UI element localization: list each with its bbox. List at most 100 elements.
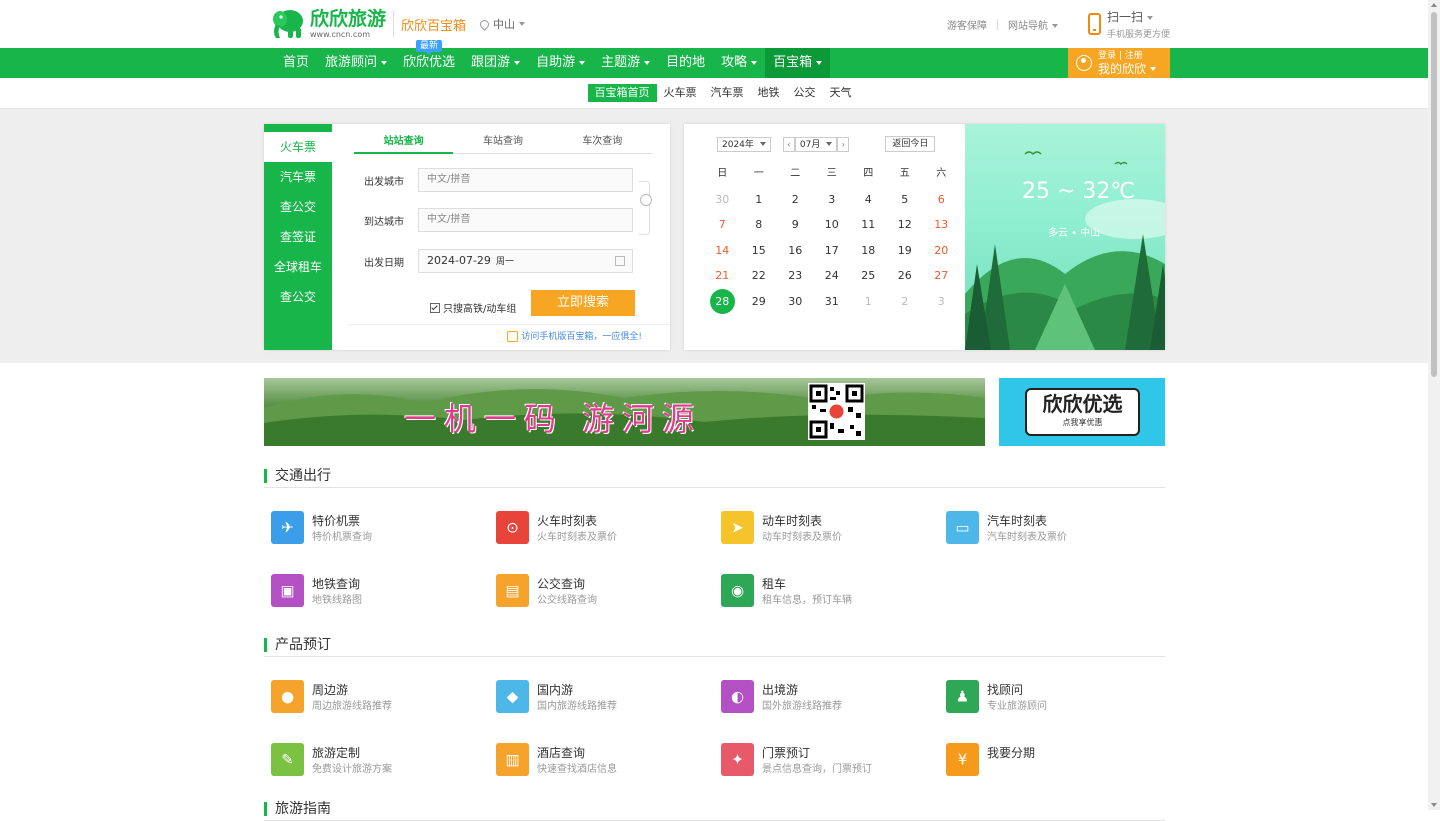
subnav-toolbox-home[interactable]: 百宝箱首页 <box>587 84 657 102</box>
service-globe[interactable]: ◐ 出境游 国外旅游线路推荐 <box>721 680 931 714</box>
nav-destination[interactable]: 目的地 <box>658 48 713 78</box>
nav-theme-tour[interactable]: 主题游 <box>593 48 658 78</box>
side-tab-visa[interactable]: 查签证 <box>264 222 332 252</box>
calendar-day[interactable]: 6 <box>923 187 960 213</box>
next-month-button[interactable]: › <box>837 136 850 152</box>
search-button[interactable]: 立即搜索 <box>531 290 635 316</box>
service-bus[interactable]: ▭ 汽车时刻表 汽车时刻表及票价 <box>946 511 1156 545</box>
calendar-day[interactable]: 8 <box>741 212 778 238</box>
calendar-day[interactable]: 24 <box>814 263 851 289</box>
mobile-tip-link[interactable]: 访问手机版百宝箱，一应俱全! <box>348 324 670 349</box>
tab-train-number[interactable]: 车次查询 <box>553 132 652 153</box>
date-input[interactable]: 2024-07-29 周一 <box>418 249 633 273</box>
calendar-day[interactable]: 25 <box>850 263 887 289</box>
weather-widget[interactable]: 25 ~ 32℃ 多云 • 中山 <box>965 124 1165 350</box>
subnav-weather[interactable]: 天气 <box>823 84 859 102</box>
service-train[interactable]: ⊙ 火车时刻表 火车时刻表及票价 <box>496 511 706 545</box>
side-tab-bus-route[interactable]: 查公交 <box>264 192 332 222</box>
calendar-day[interactable]: 31 <box>814 289 851 315</box>
calendar-day[interactable]: 30 <box>777 289 814 315</box>
service-location[interactable]: ● 周边游 周边旅游线路推荐 <box>271 680 481 714</box>
calendar-day[interactable]: 27 <box>923 263 960 289</box>
service-car[interactable]: ◉ 租车 租车信息，预订车辆 <box>721 574 931 608</box>
calendar-day[interactable]: 16 <box>777 238 814 264</box>
swap-cities-icon[interactable] <box>640 194 652 206</box>
service-city-bus[interactable]: ▤ 公交查询 公交线路查询 <box>496 574 706 608</box>
subnav-subway[interactable]: 地铁 <box>751 84 787 102</box>
calendar-day[interactable]: 20 <box>923 238 960 264</box>
calendar-day[interactable]: 13 <box>923 212 960 238</box>
nav-featured[interactable]: 最新 欣欣优选 <box>395 40 463 78</box>
calendar-day[interactable]: 7 <box>704 212 741 238</box>
nav-self-guided[interactable]: 自助游 <box>528 48 593 78</box>
calendar-day[interactable]: 30 <box>704 187 741 213</box>
to-city-row: 到达城市 中文/拼音 <box>364 208 633 232</box>
calendar-day[interactable]: 2 <box>887 289 924 315</box>
nav-guides[interactable]: 攻略 <box>713 48 765 78</box>
service-bullet-train[interactable]: ➤ 动车时刻表 动车时刻表及票价 <box>721 511 931 545</box>
subnav-bus-tickets[interactable]: 汽车票 <box>704 84 751 102</box>
service-installment[interactable]: ¥ 我要分期 <box>946 743 1156 776</box>
heyuan-banner[interactable]: 一机一码 游河源 <box>264 378 985 446</box>
high-speed-only-checkbox[interactable]: 只搜高铁/动车组 <box>430 300 516 315</box>
nav-home[interactable]: 首页 <box>275 48 317 78</box>
nav-toolbox[interactable]: 百宝箱 <box>765 48 831 78</box>
calendar-day[interactable]: 3 <box>923 289 960 315</box>
year-select[interactable]: 2024年 <box>717 136 771 152</box>
calendar-day[interactable]: 5 <box>887 187 924 213</box>
service-subway[interactable]: ▣ 地铁查询 地铁线路图 <box>271 574 481 608</box>
subnav-public-bus[interactable]: 公交 <box>787 84 823 102</box>
side-tab-train[interactable]: 火车票 <box>264 132 332 162</box>
from-city-input[interactable]: 中文/拼音 <box>418 168 633 192</box>
calendar-day[interactable]: 1 <box>850 289 887 315</box>
tourist-guarantee-link[interactable]: 游客保障 <box>937 17 997 32</box>
service-custom-tour[interactable]: ✎ 旅游定制 免费设计旅游方案 <box>271 743 481 777</box>
tab-station-query[interactable]: 车站查询 <box>453 132 552 153</box>
nav-travel-advisor[interactable]: 旅游顾问 <box>317 48 395 78</box>
calendar-day[interactable]: 11 <box>850 212 887 238</box>
service-china-map[interactable]: ◆ 国内游 国内旅游线路推荐 <box>496 680 706 714</box>
featured-promo-banner[interactable]: 欣欣优选 点我享优惠 <box>999 378 1165 446</box>
prev-month-button[interactable]: ‹ <box>782 136 795 152</box>
calendar-day[interactable]: 10 <box>814 212 851 238</box>
service-plane[interactable]: ✈ 特价机票 特价机票查询 <box>271 511 481 545</box>
scroll-down-icon[interactable] <box>1431 803 1437 807</box>
calendar-day[interactable]: 21 <box>704 263 741 289</box>
calendar-day[interactable]: 4 <box>850 187 887 213</box>
calendar-day[interactable]: 19 <box>887 238 924 264</box>
service-ticket[interactable]: ✦ 门票预订 景点信息查询，门票预订 <box>721 743 931 777</box>
service-hotel[interactable]: ▥ 酒店查询 快速查找酒店信息 <box>496 743 706 777</box>
calendar-day[interactable]: 23 <box>777 263 814 289</box>
service-advisor[interactable]: ♟ 找顾问 专业旅游顾问 <box>946 680 1156 714</box>
calendar-day[interactable]: 15 <box>741 238 778 264</box>
calendar-day[interactable]: 2 <box>777 187 814 213</box>
login-register-button[interactable]: 登录 | 注册 我的欣欣 <box>1068 48 1170 78</box>
site-nav-link[interactable]: 网站导航 <box>998 17 1068 32</box>
calendar-day[interactable]: 3 <box>814 187 851 213</box>
calendar-day[interactable]: 14 <box>704 238 741 264</box>
calendar-day[interactable]: 29 <box>741 289 778 315</box>
calendar-day[interactable]: 22 <box>741 263 778 289</box>
calendar-day[interactable]: 26 <box>887 263 924 289</box>
calendar-day[interactable]: 1 <box>741 187 778 213</box>
scrollbar-thumb[interactable] <box>1431 12 1437 377</box>
calendar-day[interactable]: 9 <box>777 212 814 238</box>
to-city-input[interactable]: 中文/拼音 <box>418 208 633 232</box>
calendar-day[interactable]: 17 <box>814 238 851 264</box>
back-to-today-button[interactable]: 返回今日 <box>885 136 936 152</box>
scan-qr-menu[interactable]: 扫一扫 手机服务更方便 <box>1087 8 1170 40</box>
nav-group-tour[interactable]: 跟团游 <box>463 48 528 78</box>
subnav-train-tickets[interactable]: 火车票 <box>657 84 704 102</box>
side-tab-bus-ticket[interactable]: 汽车票 <box>264 162 332 192</box>
scroll-up-icon[interactable] <box>1431 3 1437 7</box>
site-logo[interactable]: 欣欣旅游 www.cncn.com <box>270 0 386 48</box>
page-scrollbar[interactable] <box>1428 0 1440 810</box>
side-tab-bus-route-2[interactable]: 查公交 <box>264 282 332 312</box>
month-select[interactable]: 07月 <box>794 136 838 152</box>
city-selector[interactable]: 中山 <box>478 16 526 32</box>
calendar-day[interactable]: 12 <box>887 212 924 238</box>
tab-station-to-station[interactable]: 站站查询 <box>354 132 454 154</box>
calendar-day[interactable]: 18 <box>850 238 887 264</box>
side-tab-car-rental[interactable]: 全球租车 <box>264 252 332 282</box>
calendar-day-today[interactable]: 28 <box>704 288 741 315</box>
